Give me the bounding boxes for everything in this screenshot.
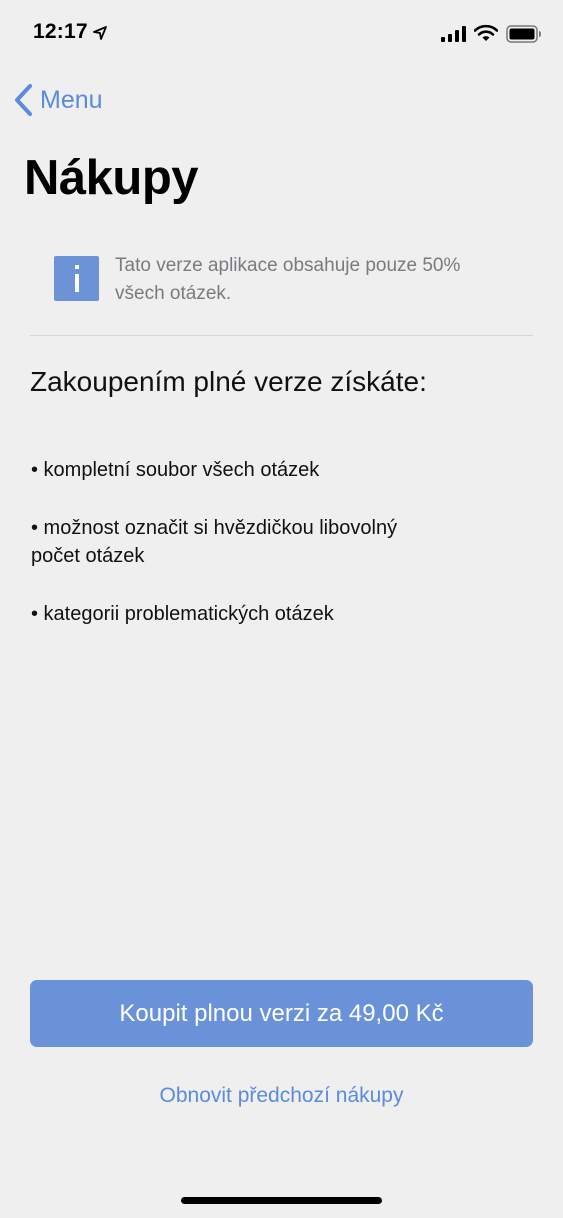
info-banner: Tato verze aplikace obsahuje pouze 50% v… xyxy=(54,252,524,308)
info-glyph-icon xyxy=(74,264,79,292)
info-text-line: Tato verze aplikace obsahuje pouze 50% xyxy=(115,255,461,276)
cellular-signal-icon xyxy=(441,26,466,42)
feature-item: • kategorii problematických otázek xyxy=(31,600,471,628)
feature-item: • kompletní soubor všech otázek xyxy=(31,456,471,484)
back-button-label: Menu xyxy=(40,85,103,114)
home-indicator[interactable] xyxy=(181,1197,382,1204)
feature-item-text: • kategorii problematických otázek xyxy=(31,603,334,625)
feature-list: • kompletní soubor všech otázek • možnos… xyxy=(31,456,471,628)
feature-item: • možnost označit si hvězdičkou libovoln… xyxy=(31,514,471,570)
divider xyxy=(30,335,533,336)
battery-icon xyxy=(506,25,541,43)
info-text: Tato verze aplikace obsahuje pouze 50% v… xyxy=(115,252,460,308)
location-arrow-icon xyxy=(93,26,107,40)
status-time: 12:17 xyxy=(33,20,88,43)
feature-item-text: počet otázek xyxy=(31,545,145,567)
wifi-icon xyxy=(474,24,498,41)
status-bar: 12:17 xyxy=(0,0,563,68)
feature-item-text: • kompletní soubor všech otázek xyxy=(31,459,320,481)
buy-full-version-button[interactable]: Koupit plnou verzi za 49,00 Kč xyxy=(30,980,533,1047)
restore-purchases-link[interactable]: Obnovit předchozí nákupy xyxy=(0,1084,563,1108)
chevron-left-icon xyxy=(15,84,32,116)
feature-item-text: • možnost označit si hvězdičkou libovoln… xyxy=(31,517,398,539)
back-button[interactable]: Menu xyxy=(12,82,103,118)
info-text-line: všech otázek. xyxy=(115,283,232,304)
page-title: Nákupy xyxy=(24,151,199,205)
benefits-heading: Zakoupením plné verze získáte: xyxy=(30,366,427,397)
info-icon xyxy=(54,256,99,301)
